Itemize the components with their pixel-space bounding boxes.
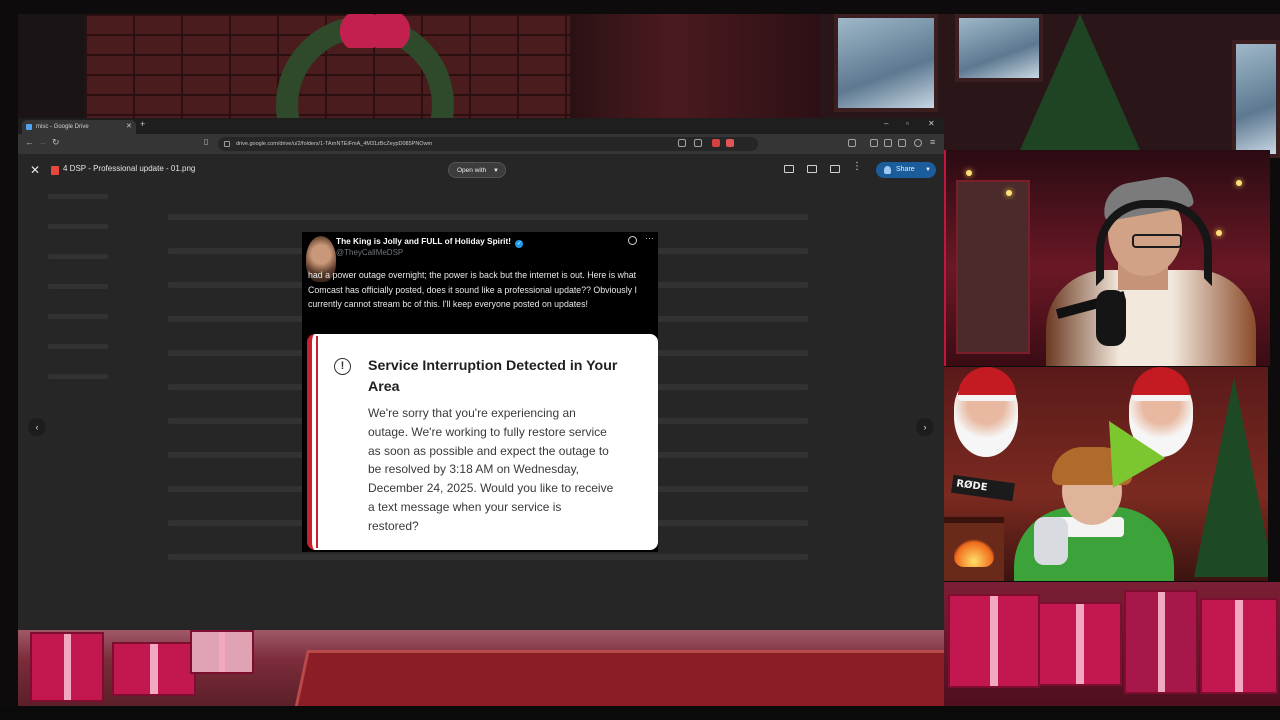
wreath-bow — [340, 14, 410, 48]
viewer-toolbar: ✕ 4 DSP - Professional update - 01.png O… — [18, 154, 944, 186]
bookmark-icon[interactable]: ▯ — [204, 137, 208, 146]
string-light — [1216, 230, 1222, 236]
print-icon[interactable] — [830, 165, 840, 173]
file-name: 4 DSP - Professional update - 01.png — [63, 164, 196, 173]
share-page-icon[interactable] — [694, 139, 702, 147]
extensions-icon[interactable] — [884, 139, 892, 147]
comment-icon[interactable] — [807, 165, 817, 173]
wooden-door — [570, 14, 820, 118]
faded-sidebar-item — [48, 314, 108, 319]
alert-title: Service Interruption Detected in Your Ar… — [368, 358, 618, 395]
alert-accent-line — [316, 336, 318, 548]
share-button[interactable]: Share ▼ — [876, 162, 936, 178]
open-with-button[interactable]: Open with ▼ — [448, 162, 506, 178]
dark-wall-panel — [18, 14, 86, 118]
previewed-image: The King is Jolly and FULL of Holiday Sp… — [302, 232, 658, 552]
tweet-text: had a power outage overnight; the power … — [308, 270, 637, 309]
bottom-strip — [0, 706, 1280, 720]
puzzle-icon[interactable] — [898, 139, 906, 147]
address-bar: ← → ↻ ▯ drive.google.com/drive/u/2/folde… — [18, 134, 944, 154]
string-light — [966, 170, 972, 176]
tab-search-icon[interactable] — [848, 139, 856, 147]
minimize-button[interactable]: – — [884, 119, 888, 128]
more-options-icon: ··· — [645, 233, 654, 243]
santa-hat — [958, 367, 1016, 401]
arcade-shelf — [956, 180, 1030, 354]
verified-badge-icon: ✓ — [515, 240, 524, 248]
extension-icon[interactable] — [712, 139, 720, 147]
next-file-button[interactable]: › — [916, 418, 934, 436]
faded-sidebar-item — [48, 374, 108, 379]
google-drive-favicon-icon — [26, 124, 32, 130]
grok-icon — [628, 236, 637, 245]
tweet-handle: @TheyCallMeDSP — [336, 248, 404, 257]
microphone — [1034, 517, 1068, 565]
more-options-icon[interactable]: ⋮ — [852, 161, 862, 172]
red-rug — [293, 650, 963, 714]
share-label: Share — [896, 166, 915, 173]
gift-box — [190, 630, 254, 674]
snowy-window — [834, 14, 938, 112]
christmas-tree — [1194, 377, 1268, 577]
glasses — [1132, 234, 1182, 248]
chevron-down-icon: ▼ — [493, 168, 499, 174]
new-tab-button[interactable]: + — [140, 119, 145, 129]
close-preview-button[interactable]: ✕ — [30, 163, 40, 177]
close-window-button[interactable]: ✕ — [928, 119, 935, 128]
mic-brand-label: RØDE — [951, 474, 1015, 502]
string-light — [1236, 180, 1242, 186]
tab-title: misc - Google Drive — [36, 124, 89, 130]
restore-button[interactable]: ▫ — [906, 119, 909, 128]
santa-hat — [1132, 367, 1190, 401]
profile-avatar-icon[interactable] — [914, 139, 922, 147]
browser-tab[interactable]: misc - Google Drive ✕ — [22, 120, 136, 134]
exclamation-circle-icon: ! — [334, 358, 351, 375]
url-field[interactable]: drive.google.com/drive/u/2/folders/1-TAr… — [218, 137, 758, 151]
faded-sidebar-item — [48, 284, 108, 289]
display-name-text: The King is Jolly and FULL of Holiday Sp… — [336, 236, 512, 246]
tab-bar: misc - Google Drive ✕ + – ▫ ✕ — [18, 118, 944, 134]
extension-icon[interactable] — [726, 139, 734, 147]
image-file-icon — [51, 166, 59, 175]
tab-close-icon[interactable]: ✕ — [126, 120, 132, 134]
back-arrow-icon[interactable]: ← — [25, 137, 34, 147]
faded-file-row — [168, 554, 808, 560]
gift-box — [1038, 602, 1122, 686]
microphone — [1096, 290, 1126, 346]
service-alert-card: ! Service Interruption Detected in Your … — [307, 334, 658, 550]
faded-sidebar-item — [48, 254, 108, 259]
cast-icon[interactable] — [678, 139, 686, 147]
sidebar-icon[interactable] — [870, 139, 878, 147]
gift-box — [1124, 590, 1198, 694]
gift-box — [112, 642, 196, 696]
faded-sidebar-item — [48, 194, 108, 199]
gift-box — [1200, 598, 1278, 694]
tweet-display-name: The King is Jolly and FULL of Holiday Sp… — [336, 236, 524, 248]
site-info-icon[interactable] — [224, 141, 230, 147]
string-light — [1006, 190, 1012, 196]
open-with-label: Open with — [457, 167, 487, 174]
forward-arrow-icon[interactable]: → — [38, 137, 47, 147]
gift-box — [30, 632, 104, 702]
person-icon — [884, 166, 891, 174]
christmas-tree — [1020, 14, 1140, 150]
fire — [954, 537, 994, 567]
faded-sidebar-item — [48, 344, 108, 349]
add-shortcut-icon[interactable] — [784, 165, 794, 173]
alert-body: We're sorry that you're experiencing an … — [368, 406, 614, 533]
faded-sidebar-item — [48, 224, 108, 229]
url-text: drive.google.com/drive/u/2/folders/1-TAr… — [236, 141, 433, 147]
menu-icon[interactable]: ≡ — [930, 137, 935, 147]
gift-box — [948, 594, 1040, 688]
reload-icon[interactable]: ↻ — [52, 137, 60, 148]
snowy-window — [1232, 40, 1280, 158]
presents-pile — [944, 582, 1280, 706]
webcam-streamer — [944, 150, 1270, 366]
previous-file-button[interactable]: ‹ — [28, 418, 46, 436]
webcam-guest: RØDE — [944, 367, 1268, 581]
faded-file-row — [168, 214, 808, 220]
chevron-down-icon: ▼ — [925, 167, 931, 173]
